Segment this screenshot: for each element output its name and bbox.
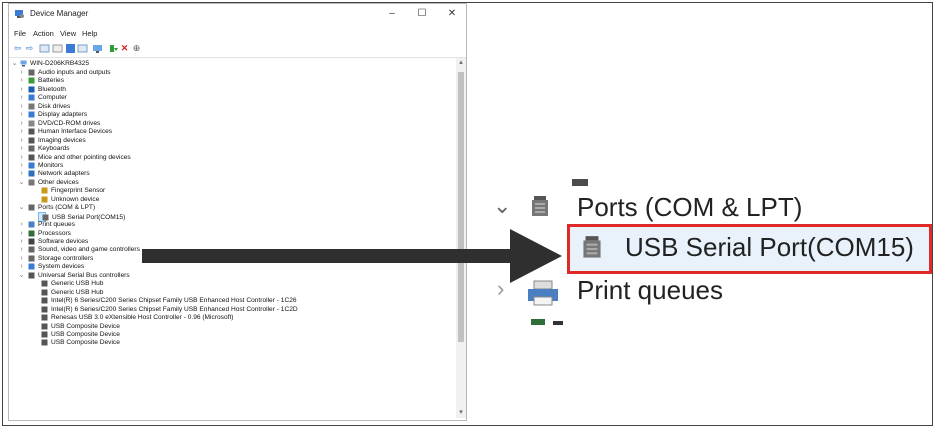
usb-icon: [41, 331, 48, 338]
usb-icon: [41, 306, 48, 313]
vertical-scrollbar[interactable]: ▴ ▾: [456, 58, 466, 418]
computer-icon: [28, 94, 35, 101]
storage-icon: [28, 255, 35, 262]
software-device-icon: [28, 238, 35, 245]
printer-icon: [28, 221, 35, 228]
hid-icon: [28, 128, 35, 135]
unknown-device-icon: [28, 179, 35, 186]
dvd-drive-icon: [28, 120, 35, 127]
title-bar: Device Manager – ☐ ✕: [9, 4, 466, 26]
tree-root-label: WIN-D206KRB4325: [30, 60, 90, 67]
warning-device-icon: [41, 187, 48, 194]
battery-icon: [28, 77, 35, 84]
help-icon[interactable]: [65, 43, 76, 54]
usb-icon: [28, 272, 35, 279]
network-icon: [28, 170, 35, 177]
printer-icon: [528, 280, 558, 306]
zoom-ports-label: Ports (COM & LPT): [577, 192, 803, 222]
monitor-icon: [28, 162, 35, 169]
computer-icon: [20, 60, 27, 67]
disk-drive-icon: [28, 103, 35, 110]
warning-device-icon: [41, 196, 48, 203]
device-tree: ⌄ WIN-D206KRB4325 › Audio inputs and outp…: [9, 58, 455, 420]
partial-processor-icon: [531, 319, 563, 325]
forward-icon[interactable]: ⇨: [24, 43, 35, 54]
mouse-icon: [28, 154, 35, 160]
device-manager-icon: [15, 10, 24, 18]
menu-help[interactable]: Help: [82, 29, 97, 38]
update-driver-icon[interactable]: [108, 43, 119, 54]
print-chevron-right-icon[interactable]: ›: [497, 276, 504, 302]
zoom-serial-port-label: USB Serial Port(COM15): [625, 232, 914, 262]
toolbar: ⇦ ⇨ ✕ ⊕: [9, 41, 466, 58]
menu-view[interactable]: View: [60, 29, 76, 38]
serial-port-icon: [583, 236, 601, 258]
usb-icon: [41, 289, 48, 296]
show-hidden-icon[interactable]: [52, 43, 63, 54]
view-icon[interactable]: [77, 43, 88, 54]
properties-icon[interactable]: [39, 43, 50, 54]
chevron-down-icon[interactable]: ⌄: [11, 59, 18, 68]
speaker-icon: [28, 69, 35, 76]
camera-icon: [28, 137, 35, 144]
window-title: Device Manager: [30, 9, 89, 18]
minimize-button[interactable]: –: [383, 7, 401, 21]
keyboard-icon: [28, 145, 35, 152]
scrollbar-thumb[interactable]: [458, 72, 464, 342]
usb-icon: [41, 314, 48, 321]
maximize-button[interactable]: ☐: [413, 7, 431, 21]
back-icon[interactable]: ⇦: [12, 43, 23, 54]
menu-file[interactable]: File: [14, 29, 26, 38]
device-manager-window: Device Manager – ☐ ✕ File Action View He…: [8, 3, 467, 421]
chevron-down-icon[interactable]: ⌄: [18, 203, 25, 212]
download-icon[interactable]: ⊕: [131, 43, 142, 54]
partial-icon: [572, 179, 588, 186]
callout-arrow-shaft: [142, 249, 514, 263]
uninstall-icon[interactable]: ✕: [119, 43, 130, 54]
usb-icon: [41, 280, 48, 287]
scan-hardware-icon[interactable]: [92, 43, 103, 54]
scroll-down-icon[interactable]: ▾: [456, 408, 466, 418]
speaker-icon: [28, 246, 35, 253]
display-adapter-icon: [28, 111, 35, 118]
zoom-print-queues-label: Print queues: [577, 275, 723, 305]
port-icon: [532, 196, 548, 216]
tree-item-label: USB Composite Device: [51, 339, 120, 347]
menu-action[interactable]: Action: [33, 29, 54, 38]
close-button[interactable]: ✕: [443, 7, 461, 21]
chevron-down-icon[interactable]: ⌄: [18, 271, 25, 280]
menu-bar: File Action View Help: [9, 27, 466, 41]
usb-icon: [41, 323, 48, 329]
chevron-down-icon[interactable]: ⌄: [18, 178, 25, 187]
tree-item-label: Ports (COM & LPT): [38, 204, 96, 212]
processor-icon: [28, 230, 35, 237]
system-device-icon: [28, 263, 35, 270]
usb-icon: [41, 297, 48, 304]
scroll-up-icon[interactable]: ▴: [456, 58, 466, 68]
bluetooth-icon: [28, 86, 35, 93]
usb-icon: [41, 339, 48, 346]
port-icon: [28, 204, 35, 211]
ports-chevron-down-icon[interactable]: ⌄: [493, 193, 511, 219]
callout-arrow-head: [510, 229, 562, 283]
